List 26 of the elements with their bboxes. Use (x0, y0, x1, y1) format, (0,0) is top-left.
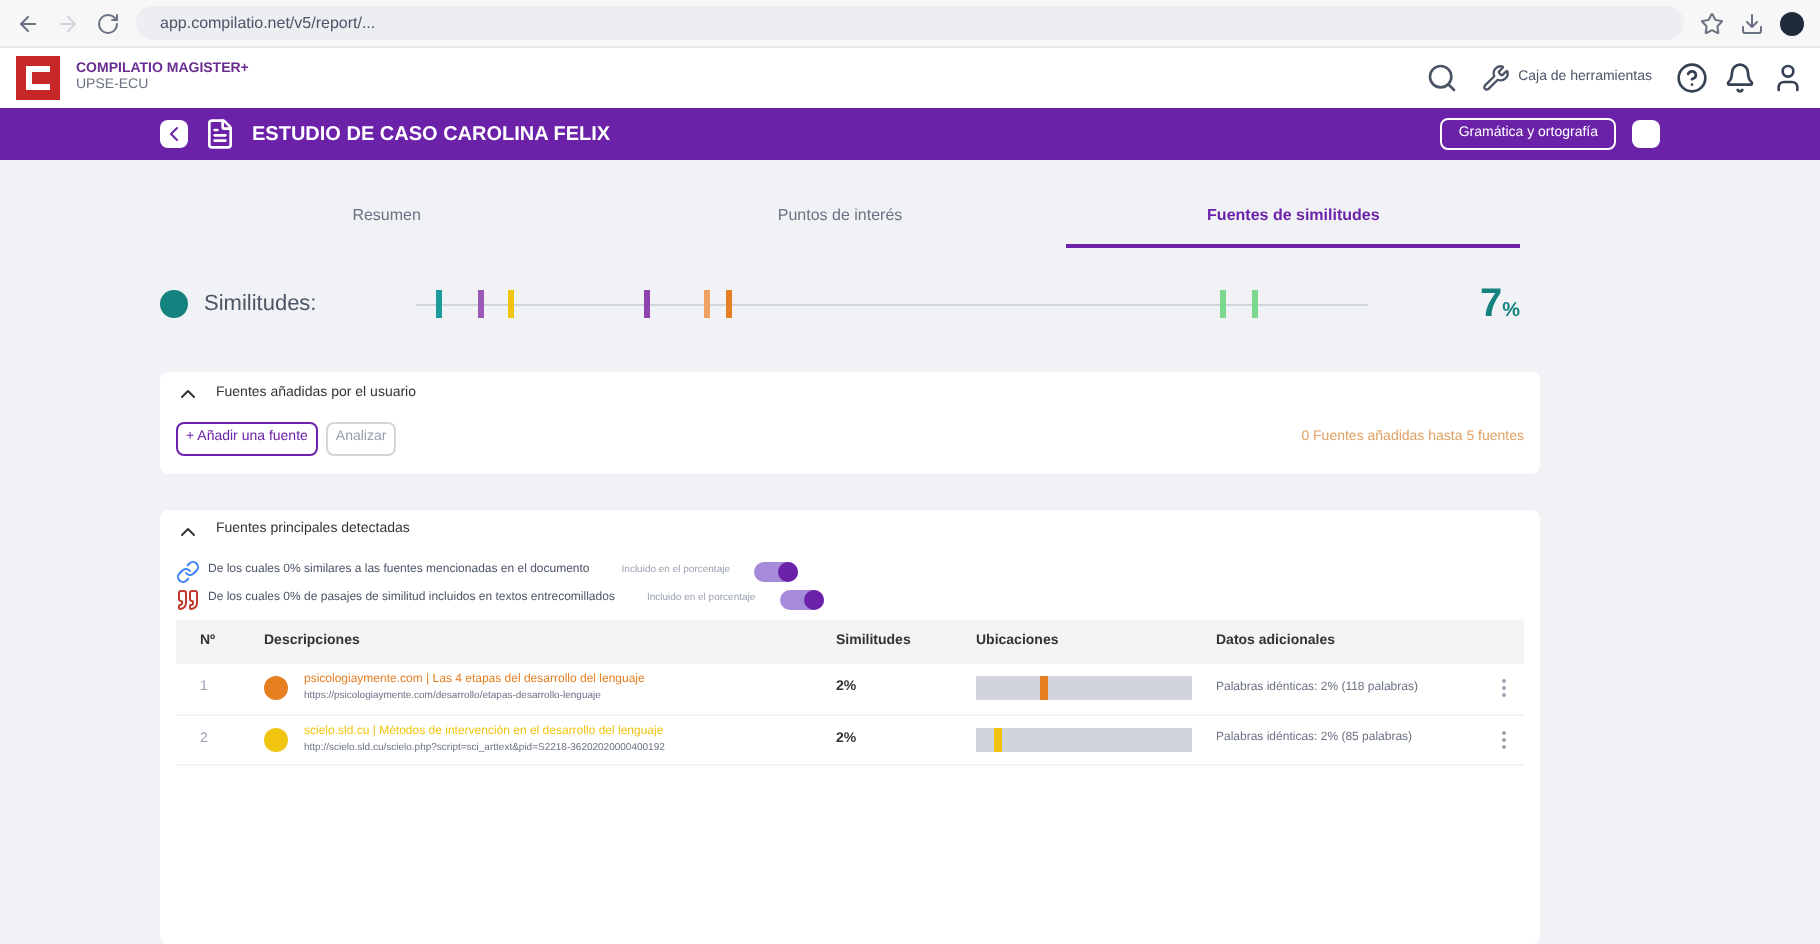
similarity-percent: 7% (1479, 280, 1520, 330)
star-icon[interactable] (1700, 11, 1724, 35)
user-icon[interactable] (1772, 62, 1804, 94)
similarity-label: Similitudes: (204, 289, 319, 320)
back-button[interactable] (160, 120, 188, 148)
profile-avatar[interactable] (1780, 11, 1804, 35)
reload-icon[interactable] (96, 11, 120, 35)
search-icon[interactable] (1426, 62, 1459, 94)
tab[interactable]: Fuentes de similitudes (1066, 188, 1521, 248)
download-icon[interactable] (1740, 11, 1764, 35)
help-icon[interactable] (1676, 62, 1708, 94)
wrench-icon (1482, 64, 1511, 92)
toggle-switch[interactable] (754, 561, 798, 581)
toggle-switch[interactable] (779, 589, 824, 609)
address-bar[interactable]: app.compilatio.net/v5/report/... (136, 6, 1684, 40)
tab[interactable]: Resumen (160, 188, 614, 248)
link-icon (176, 559, 200, 583)
document-title: ESTUDIO DE CASO CAROLINA FELIX (252, 121, 611, 149)
info-button[interactable] (1632, 120, 1660, 148)
tab[interactable]: Puntos de interés (613, 188, 1067, 248)
document-icon (204, 118, 236, 150)
quote-icon (176, 587, 200, 611)
similarity-icon (160, 290, 188, 318)
logo-icon (16, 56, 60, 100)
back-icon[interactable] (16, 11, 40, 35)
notification-icon[interactable] (1724, 62, 1756, 94)
